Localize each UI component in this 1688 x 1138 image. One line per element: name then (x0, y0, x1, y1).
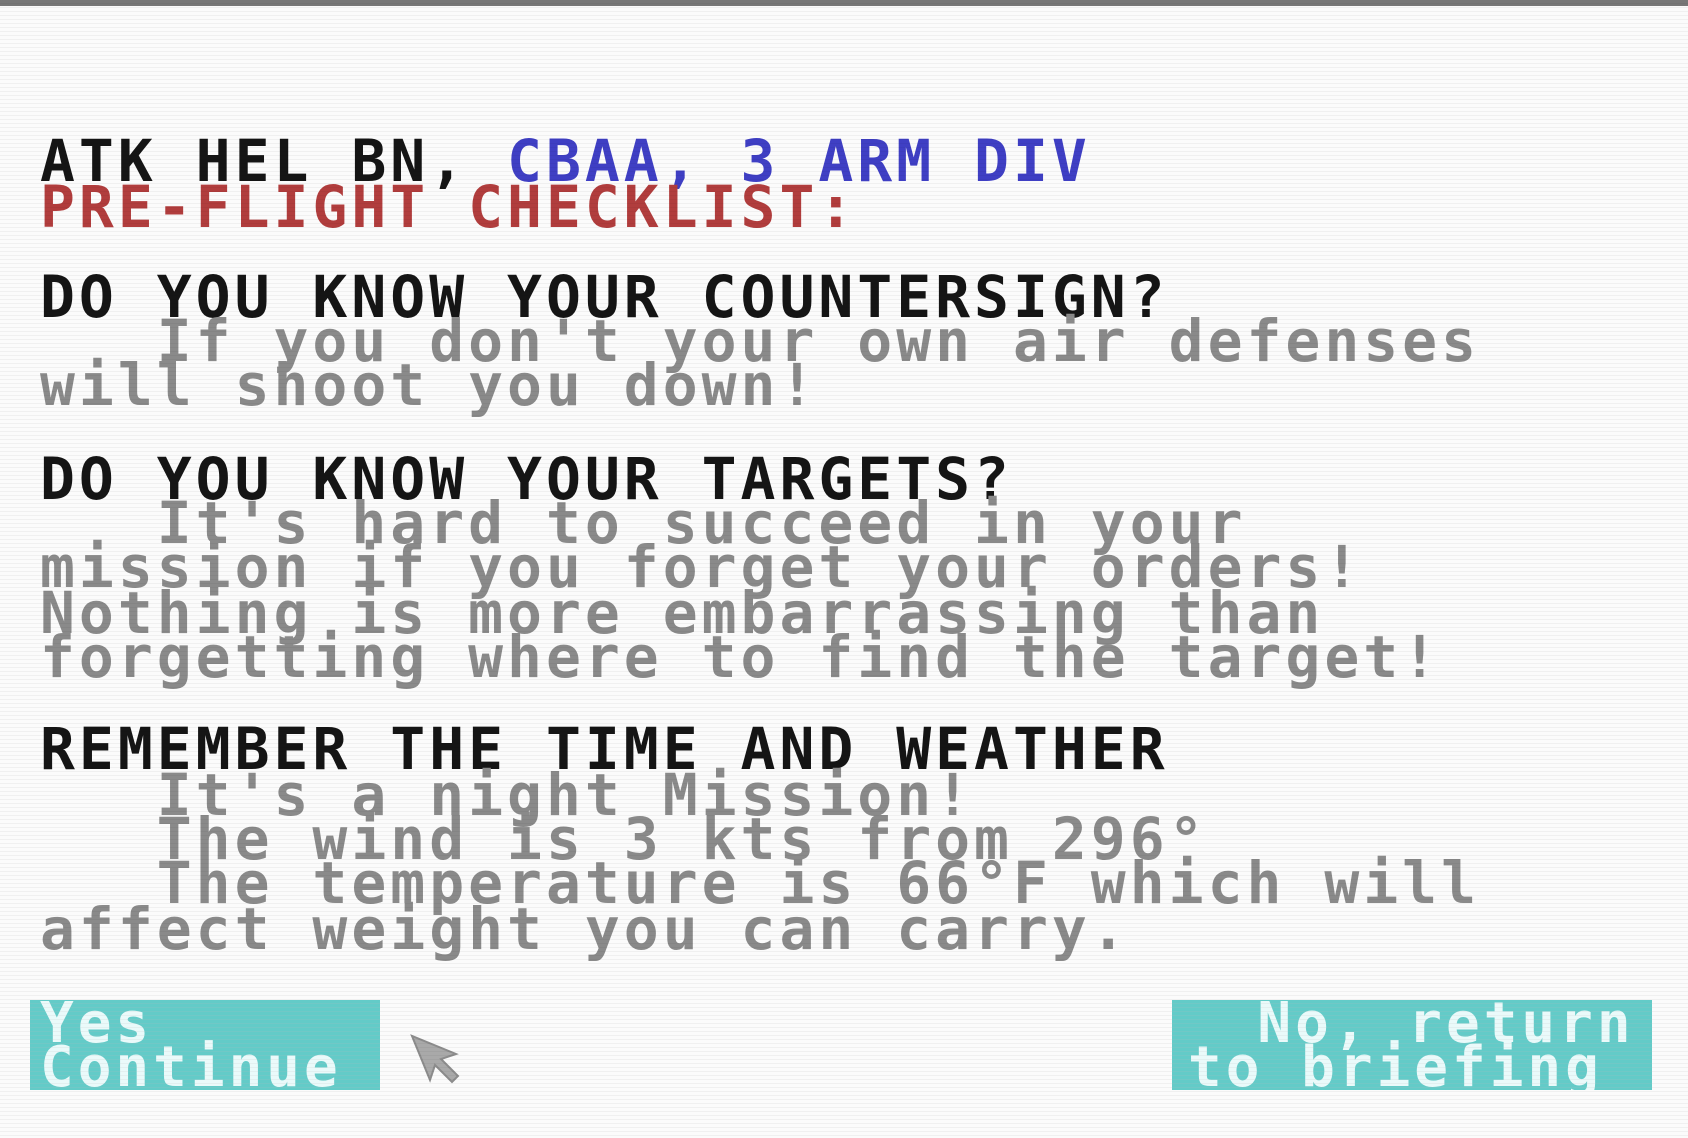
countersign-text-line: will shoot you down! (40, 351, 819, 419)
yes-continue-label-line2: Continue (40, 1035, 342, 1091)
targets-text-line: forgetting where to find the target! (40, 623, 1442, 691)
yes-continue-button[interactable]: Yes Continue (30, 1000, 380, 1090)
no-return-label-line2: to briefing (1188, 1035, 1603, 1091)
no-return-to-briefing-button[interactable]: No, return to briefing (1172, 1000, 1652, 1090)
checklist-title: PRE-FLIGHT CHECKLIST: (40, 173, 858, 241)
game-screen: ATK HEL BN, CBAA, 3 ARM DIV PRE-FLIGHT C… (0, 0, 1688, 1138)
arrow-cursor-icon (410, 1034, 460, 1084)
time-weather-text-line: affect weight you can carry. (40, 895, 1130, 963)
